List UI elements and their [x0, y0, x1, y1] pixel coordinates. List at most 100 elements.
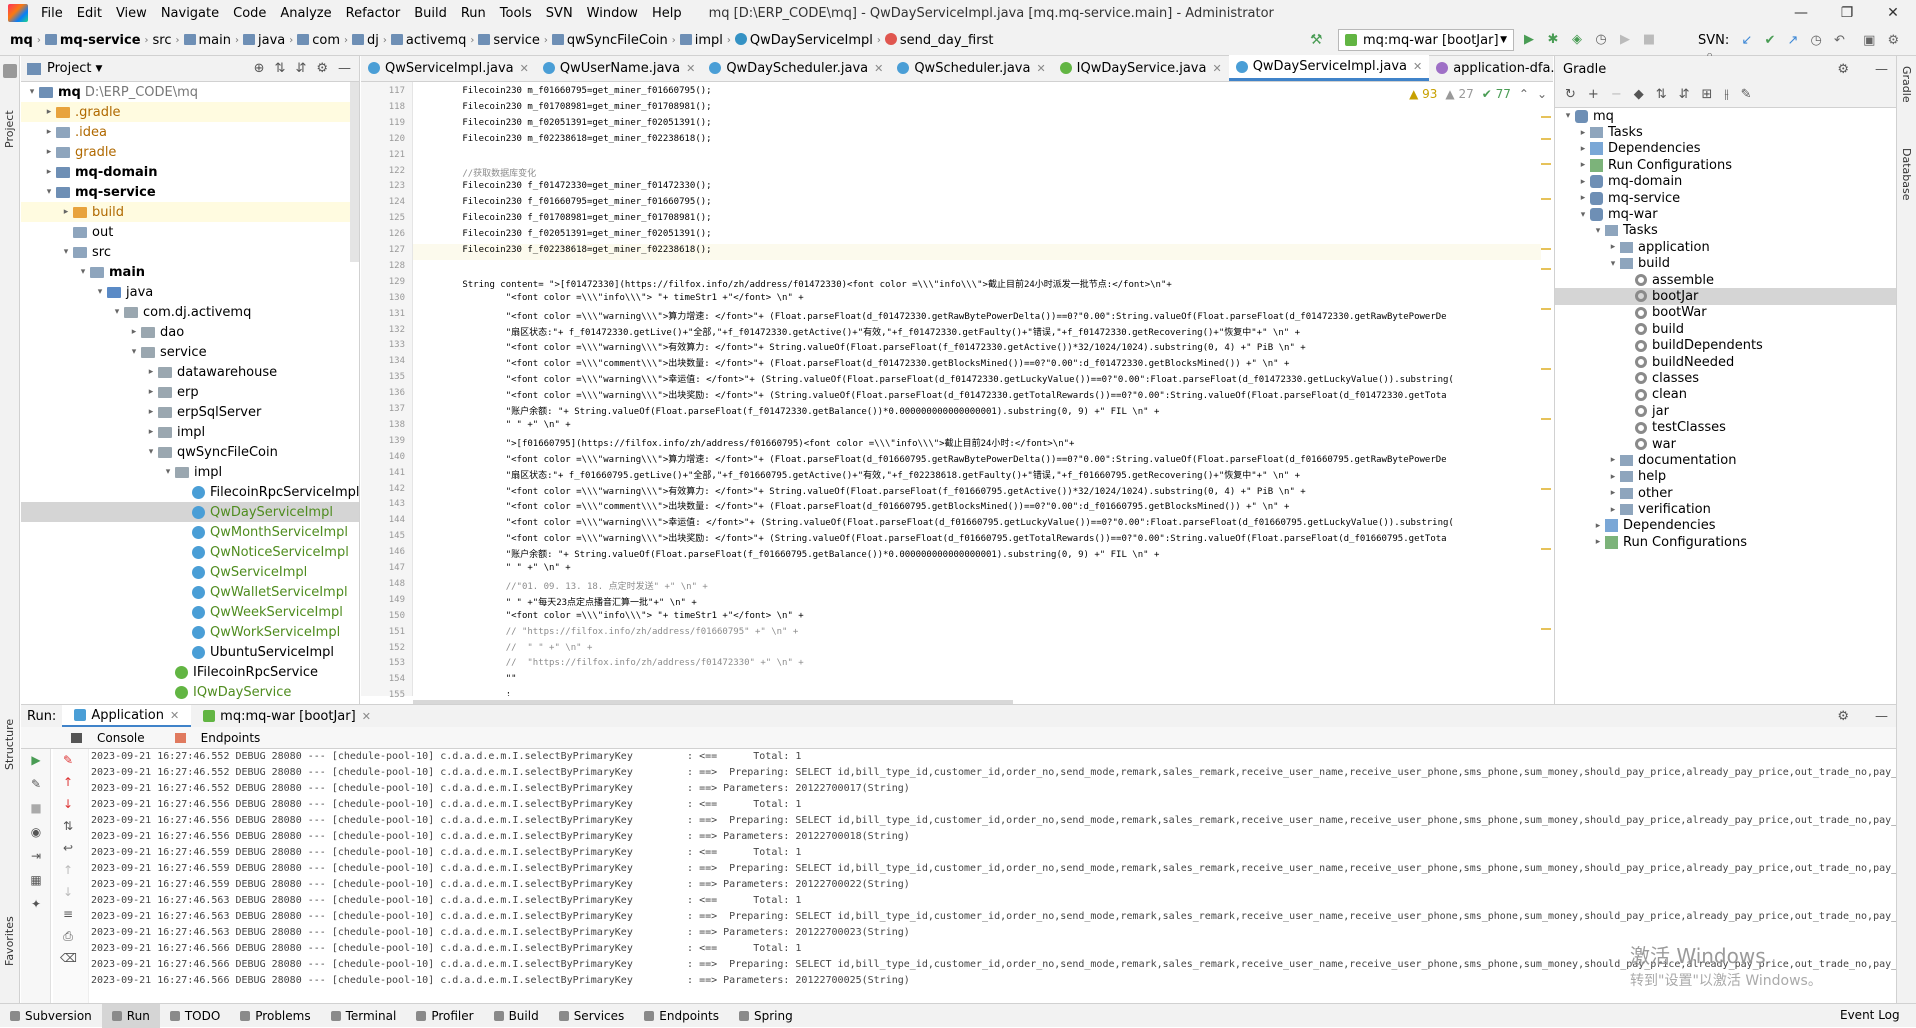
inspection-widget[interactable]: ▲ 93 ▲ 27 ✔ 77 ⌃ ⌄	[1409, 87, 1547, 101]
project-tool-label[interactable]: Project	[3, 110, 16, 148]
remove-icon[interactable]: −	[1611, 87, 1622, 102]
gradle-item[interactable]: ▾ build	[1555, 256, 1896, 272]
collapse-all-icon[interactable]: ⇵	[295, 61, 306, 76]
collapse-all-icon[interactable]: ⇵	[1679, 87, 1690, 102]
execute-task-icon[interactable]: ◆	[1634, 87, 1644, 102]
tool-tab-todo[interactable]: TODO	[160, 1009, 230, 1023]
svn-commit-icon[interactable]: ✔	[1764, 33, 1775, 48]
breadcrumb-item[interactable]: dj	[348, 33, 383, 48]
breadcrumb-item[interactable]: mq	[6, 33, 37, 48]
menu-view[interactable]: View	[109, 6, 154, 21]
editor-tab[interactable]: QwDayServiceImpl.java ✕	[1228, 55, 1430, 81]
gradle-item[interactable]: ▸ help	[1555, 469, 1896, 485]
gradle-tool-label[interactable]: Gradle	[1900, 66, 1913, 103]
tree-item[interactable]: ▸ impl	[21, 422, 359, 442]
gradle-item[interactable]: ▸ Dependencies	[1555, 141, 1896, 157]
gradle-item[interactable]: ▾ Tasks	[1555, 223, 1896, 239]
chevron-right-icon[interactable]: ▸	[1576, 160, 1590, 170]
svn-compare-icon[interactable]: ↗	[1787, 33, 1798, 48]
tree-item[interactable]: ▾ java	[21, 282, 359, 302]
tree-item[interactable]: QwServiceImpl	[21, 562, 359, 582]
menu-edit[interactable]: Edit	[70, 6, 109, 21]
debug-icon[interactable]: ✱	[1544, 30, 1562, 48]
close-button[interactable]: ✕	[1870, 0, 1916, 26]
coverage-icon[interactable]: ◈	[1568, 30, 1586, 48]
tree-item[interactable]: UbuntuServiceImpl	[21, 642, 359, 662]
chevron-right-icon[interactable]: ▸	[1576, 193, 1590, 203]
run-configuration-select[interactable]: mq:mq-war [bootJar] ▼	[1338, 29, 1514, 51]
tree-item[interactable]: ▸ gradle	[21, 142, 359, 162]
reload-icon[interactable]: ↻	[1565, 87, 1576, 102]
menu-run[interactable]: Run	[454, 6, 493, 21]
tree-item[interactable]: ▸ .gradle	[21, 102, 359, 122]
chevron-down-icon[interactable]: ▾	[1561, 111, 1575, 121]
gradle-item[interactable]: buildNeeded	[1555, 354, 1896, 370]
close-icon[interactable]: ✕	[170, 709, 179, 722]
chevron-down-icon[interactable]: ▾	[1606, 259, 1620, 269]
editor-tab[interactable]: IQwDayService.java ✕	[1053, 55, 1229, 81]
tree-item[interactable]: QwWeekServiceImpl	[21, 602, 359, 622]
expand-all-icon[interactable]: ⇅	[1656, 87, 1667, 102]
gradle-item[interactable]: ▸ mq-service	[1555, 190, 1896, 206]
wrench-icon[interactable]: ✎	[28, 777, 44, 793]
hide-icon[interactable]: —	[338, 61, 351, 76]
tree-item[interactable]: ▸ mq-domain	[21, 162, 359, 182]
tool-tab-run[interactable]: Run	[101, 1003, 160, 1028]
tree-item[interactable]: ▾ mq D:\ERP_CODE\mq	[21, 82, 359, 102]
chevron-right-icon[interactable]: ▸	[1591, 537, 1605, 547]
chevron-right-icon[interactable]: ▸	[1591, 521, 1605, 531]
breadcrumb-item[interactable]: send_day_first	[881, 33, 998, 48]
tree-item[interactable]: ▸ dao	[21, 322, 359, 342]
stop-icon[interactable]: ■	[28, 801, 44, 817]
project-panel-title[interactable]: Project	[47, 61, 91, 76]
gear-icon[interactable]: ⚙	[1837, 62, 1849, 77]
console-output[interactable]: 2023-09-21 16:27:46.552 DEBUG 28080 --- …	[53, 749, 1896, 1004]
chevron-right-icon[interactable]: ▸	[1576, 128, 1590, 138]
gradle-item[interactable]: ▸ mq-domain	[1555, 174, 1896, 190]
breadcrumb-item[interactable]: impl	[676, 33, 727, 48]
menu-code[interactable]: Code	[226, 6, 273, 21]
hide-icon[interactable]: —	[1875, 709, 1888, 724]
menu-refactor[interactable]: Refactor	[339, 6, 408, 21]
gear-icon[interactable]: ⚙	[1837, 709, 1849, 724]
chevron-down-icon[interactable]: ▾	[93, 287, 107, 297]
chevron-right-icon[interactable]: ▸	[59, 207, 73, 217]
minimize-button[interactable]: —	[1778, 0, 1824, 26]
stop-icon[interactable]: ■	[1640, 30, 1658, 48]
menu-svn[interactable]: SVN	[539, 6, 580, 21]
project-tool-icon[interactable]	[3, 64, 17, 78]
close-icon[interactable]: ✕	[1036, 62, 1045, 75]
chevron-up-icon[interactable]: ⌃	[1519, 87, 1529, 101]
tree-item[interactable]: QwDayServiceImpl	[21, 502, 359, 522]
breadcrumb-item[interactable]: src	[149, 33, 176, 48]
endpoints-tab[interactable]: Endpoints	[165, 731, 281, 745]
tree-item[interactable]: out	[21, 222, 359, 242]
chevron-down-icon[interactable]: ▾	[127, 347, 141, 357]
tree-item[interactable]: ▸ build	[21, 202, 359, 222]
tree-item[interactable]: ▸ erp	[21, 382, 359, 402]
svn-update-icon[interactable]: ↙	[1741, 33, 1752, 48]
error-stripe[interactable]	[1541, 108, 1551, 688]
tool-tab-subversion[interactable]: Subversion	[0, 1009, 102, 1023]
close-icon[interactable]: ✕	[362, 710, 371, 723]
chevron-right-icon[interactable]: ▸	[42, 107, 56, 117]
dependencies-icon[interactable]: ⊞	[1702, 87, 1713, 102]
chevron-right-icon[interactable]: ▸	[127, 327, 141, 337]
tree-item[interactable]: IQwDayService	[21, 682, 359, 702]
tool-tab-endpoints[interactable]: Endpoints	[634, 1009, 729, 1023]
chevron-down-icon[interactable]: ▾	[42, 187, 56, 197]
pin-icon[interactable]: ✦	[28, 897, 44, 913]
code-area[interactable]: Filecoin230 m_f01660795=get_miner_f01660…	[413, 82, 1549, 696]
editor-tab[interactable]: QwDayScheduler.java ✕	[702, 55, 890, 81]
close-icon[interactable]: ✕	[1212, 62, 1221, 75]
console-tab[interactable]: Console	[61, 731, 165, 745]
tree-item[interactable]: ▾ mq-service	[21, 182, 359, 202]
layout-icon[interactable]: ▦	[28, 873, 44, 889]
structure-tool-label[interactable]: Structure	[3, 719, 16, 770]
tree-item[interactable]: ▸ .idea	[21, 122, 359, 142]
tree-item[interactable]: ▾ impl	[21, 462, 359, 482]
tree-item[interactable]: FilecoinRpcServiceImpl	[21, 482, 359, 502]
chevron-right-icon[interactable]: ▸	[144, 427, 158, 437]
gradle-item[interactable]: ▾ mq-war	[1555, 206, 1896, 222]
breadcrumb-item[interactable]: com	[293, 33, 344, 48]
